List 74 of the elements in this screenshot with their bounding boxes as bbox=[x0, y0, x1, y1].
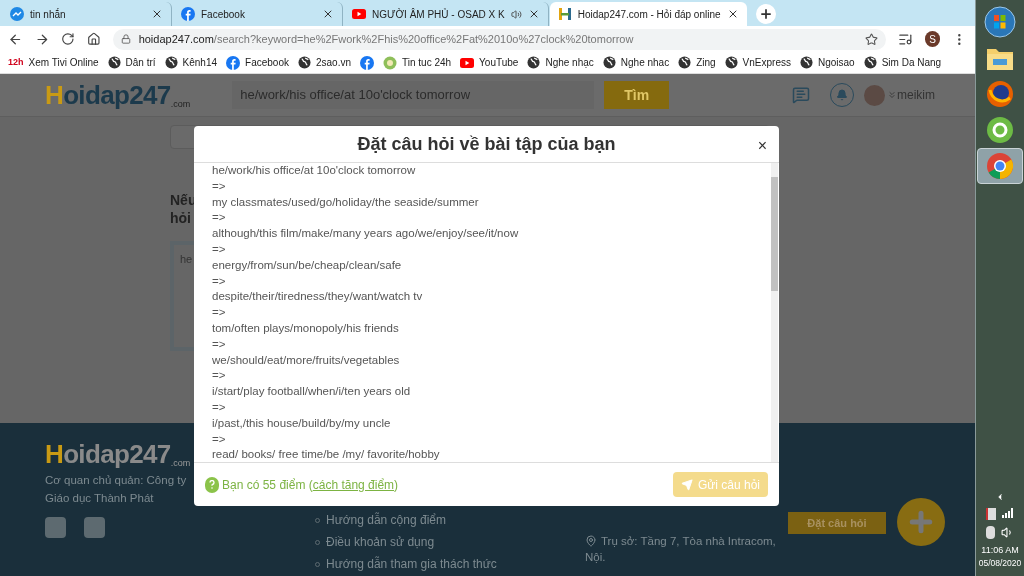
bookmark-item[interactable]: Dân trí bbox=[107, 55, 156, 70]
site-favicon: 12h bbox=[8, 58, 24, 67]
globe-icon bbox=[863, 56, 877, 69]
tab-title: NGƯỜI ÂM PHỦ - OSAD X K bbox=[372, 7, 505, 22]
plus-icon bbox=[758, 7, 773, 21]
bookmark-item[interactable]: Zing bbox=[678, 55, 716, 70]
bell-icon bbox=[836, 89, 848, 101]
tab-title: tin nhắn bbox=[30, 7, 67, 22]
volume-icon[interactable] bbox=[1001, 525, 1014, 539]
globe-icon bbox=[799, 56, 813, 69]
leaf-icon bbox=[383, 55, 397, 70]
lock-icon bbox=[120, 34, 131, 44]
video-play-icon bbox=[352, 9, 366, 19]
close-button[interactable]: × bbox=[757, 134, 767, 158]
dialog-title: Đặt câu hỏi về bài tập của bạn bbox=[357, 132, 616, 156]
footer-link[interactable]: Hướng dẫn cộng điểm bbox=[315, 511, 585, 529]
bookmark-item[interactable]: Kênh14 bbox=[164, 55, 218, 70]
bookmark-item[interactable]: 12h Xem Tivi Online bbox=[8, 55, 99, 70]
location-pin-icon bbox=[585, 535, 597, 547]
h-logo-icon bbox=[557, 7, 572, 21]
send-icon bbox=[680, 478, 693, 491]
globe-icon bbox=[297, 56, 311, 69]
company-text: Cơ quan chủ quản: Công ty bbox=[45, 473, 187, 488]
bookmark-item[interactable]: YouTube bbox=[460, 55, 519, 70]
bookmark-item[interactable]: VnExpress bbox=[724, 55, 791, 70]
address-text: Nội. bbox=[585, 550, 606, 565]
video-play-icon bbox=[460, 57, 475, 68]
bookmark-item[interactable]: Nghe nhac bbox=[602, 55, 670, 70]
globe-icon bbox=[164, 56, 178, 69]
scrollbar-thumb[interactable] bbox=[771, 177, 778, 291]
browser-app-icon[interactable] bbox=[986, 116, 1014, 144]
new-tab-button[interactable] bbox=[755, 4, 776, 24]
clock-time[interactable]: 11:06 AM bbox=[981, 543, 1019, 558]
notice-text: hỏi bbox=[170, 209, 191, 227]
footer-link[interactable]: Điều khoản sử dụng bbox=[315, 533, 585, 551]
start-orb-icon[interactable] bbox=[984, 6, 1016, 38]
bookmark-item[interactable]: 2sao.vn bbox=[297, 55, 351, 70]
chrome-icon[interactable] bbox=[986, 152, 1014, 180]
ask-tooltip: Đặt câu hỏi bbox=[788, 512, 886, 534]
profile-avatar[interactable]: S bbox=[924, 31, 941, 47]
globe-icon bbox=[107, 56, 121, 69]
speaker-icon[interactable] bbox=[510, 8, 522, 20]
points-text: Bạn có 55 điểm (cách tăng điểm) bbox=[222, 476, 399, 494]
bookmark-item[interactable]: Nghe nhạc bbox=[527, 55, 594, 70]
home-icon[interactable] bbox=[86, 32, 101, 46]
network-flag-icon[interactable] bbox=[986, 507, 996, 520]
browser-tab[interactable]: Hoidap247.com - Hỏi đáp online bbox=[549, 2, 747, 26]
company-text: Giáo dục Thành Phát bbox=[45, 491, 154, 506]
close-icon[interactable] bbox=[151, 8, 163, 20]
clock-date[interactable]: 05/08/2020 bbox=[978, 557, 1022, 570]
footer-link[interactable]: Hướng dẫn tham gia thách thức bbox=[315, 555, 585, 573]
reload-icon[interactable] bbox=[61, 32, 75, 46]
globe-icon bbox=[602, 56, 616, 69]
bookmark-item[interactable]: Tin tuc 24h bbox=[383, 55, 452, 70]
globe-icon bbox=[724, 56, 738, 69]
close-icon[interactable] bbox=[322, 8, 334, 20]
bookmark-item[interactable]: Facebook bbox=[226, 55, 289, 70]
help-icon bbox=[205, 476, 219, 493]
address-bar[interactable]: hoidap247.com/search?keyword=he%2Fwork%2Fhis%20office%2Fat%2010o%27clock%20tomorrow bbox=[112, 28, 887, 50]
tab-title: Hoidap247.com - Hỏi đáp online bbox=[577, 7, 721, 22]
firefox-icon[interactable] bbox=[986, 80, 1014, 108]
tab-title: Facebook bbox=[201, 7, 246, 22]
battery-icon[interactable] bbox=[986, 525, 995, 539]
messenger-icon bbox=[10, 7, 24, 21]
globe-icon bbox=[527, 56, 541, 69]
signal-icon[interactable] bbox=[1002, 507, 1014, 518]
question-textarea[interactable]: he/work/his office/at 10o'clock tomorrow => my classmates/used/go/holiday/the seaside/summer => although/this film/make/many years ago/we/enjoy/see/it/now => energy/from/sun/be/cheap/clean/safe => despite/their/tiredness/they/want/watch tv => tom/often plays/monopoly/his friends => we/should/eat/more/fruits/vegetables => i/start/play football/when/i/ten years old => i/past,/this house/build/by/my uncle => read/ books/ free time/be /my/ favorite/hobby bbox=[194, 163, 771, 462]
globe-icon bbox=[678, 56, 692, 69]
bookmark-star-icon[interactable] bbox=[865, 32, 879, 46]
address-text: Trụ sở: Tầng 7, Tòa nhà Intracom, bbox=[601, 534, 776, 549]
bookmark-item[interactable]: Sim Da Nang bbox=[863, 55, 942, 70]
bookmark-item[interactable]: Ngoisao bbox=[799, 55, 855, 70]
submit-button: Gửi câu hỏi bbox=[672, 472, 768, 497]
tray-expand-icon[interactable] bbox=[995, 491, 1005, 502]
